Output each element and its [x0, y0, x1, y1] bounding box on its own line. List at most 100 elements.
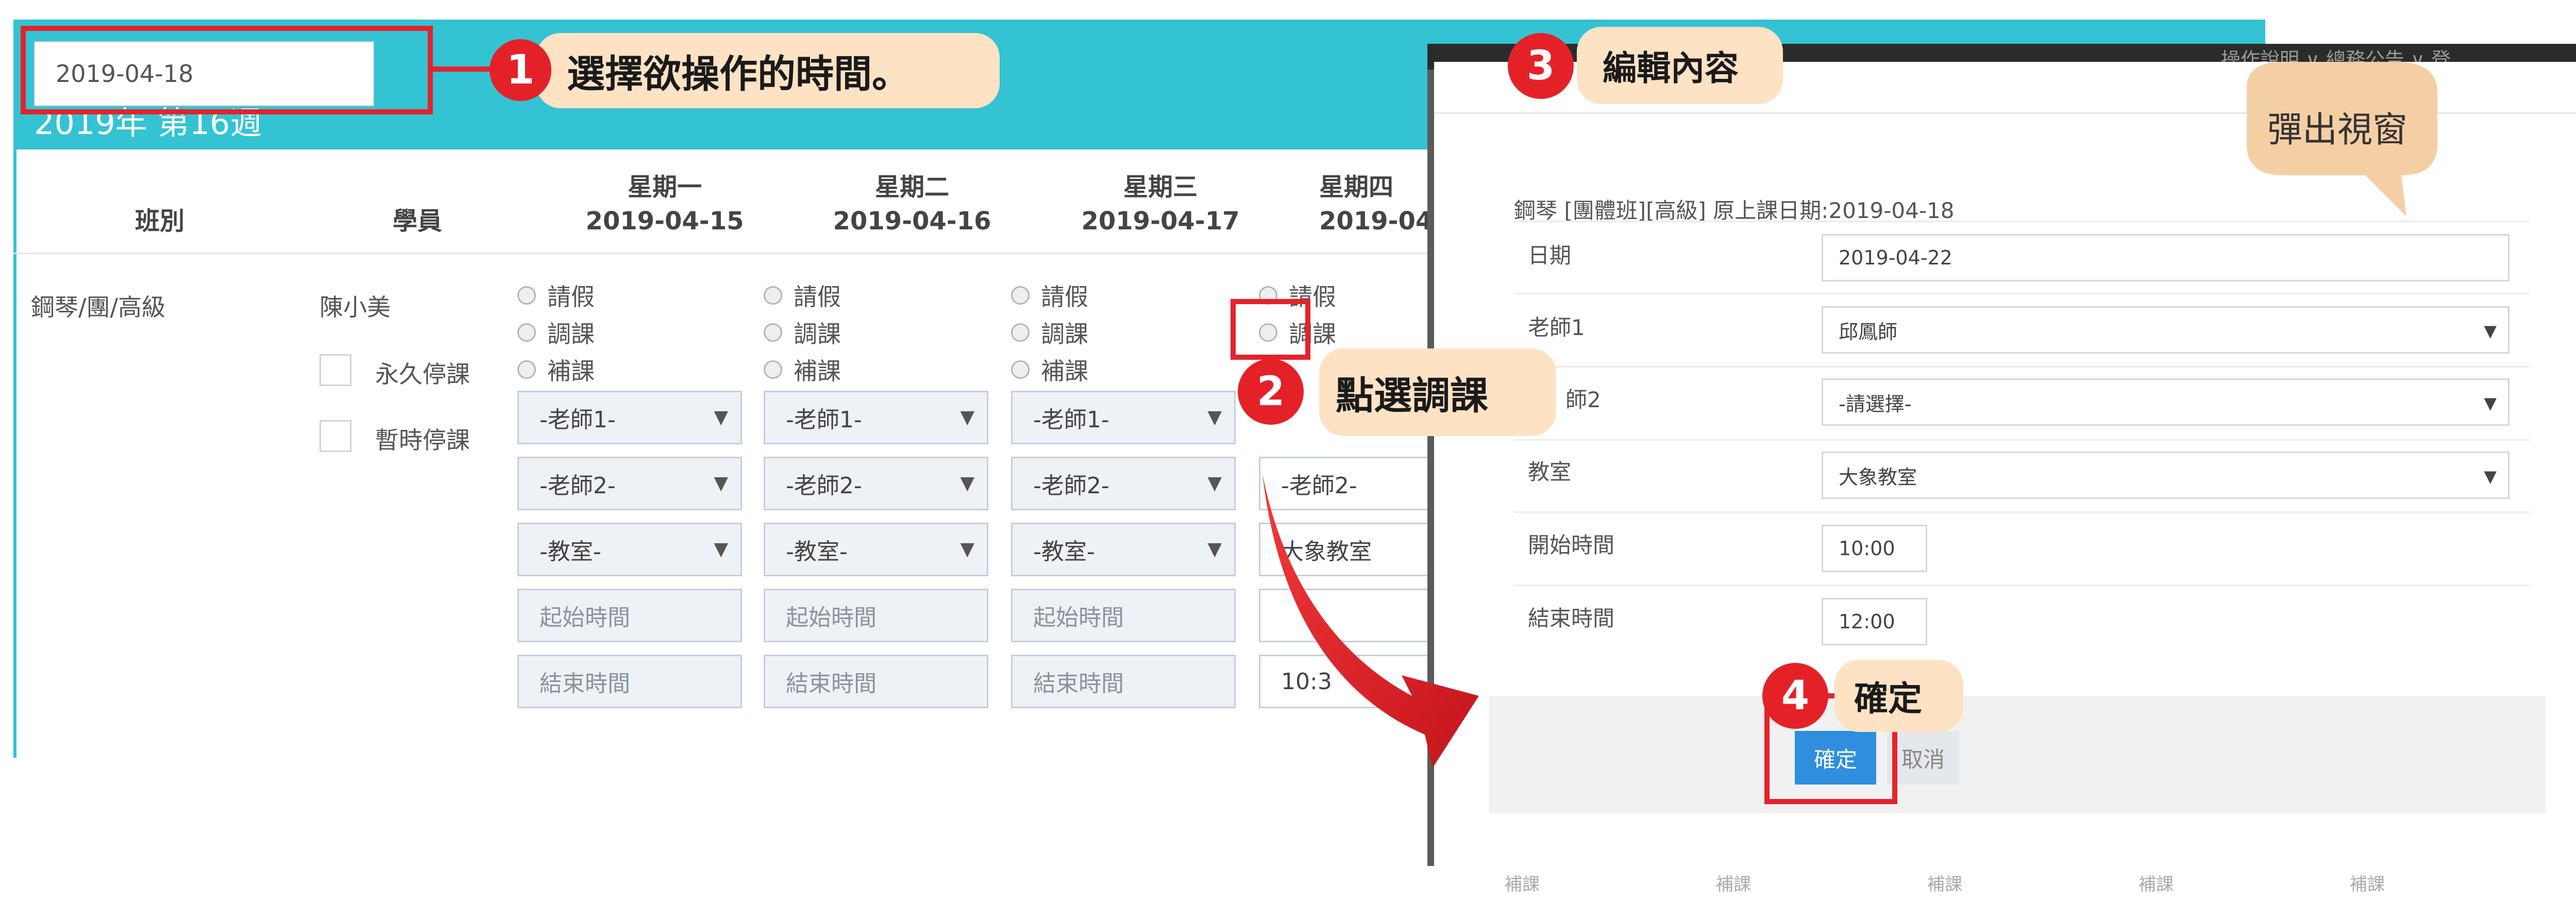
input-placeholder: 起始時間 — [786, 605, 877, 631]
select-value: -老師1- — [786, 407, 862, 433]
modal-bottom-strip — [1427, 866, 2576, 900]
left-accent-bar — [13, 149, 16, 758]
select-value: -老師2- — [1033, 473, 1109, 499]
radio-leave-wed[interactable]: 請假 — [1011, 278, 1088, 312]
date-label: 2019-04-15 — [585, 207, 744, 236]
permanent-stop-label: 永久停課 — [375, 360, 470, 388]
radio-circle[interactable] — [517, 286, 536, 305]
bottom-faint-label: 補課 — [2350, 874, 2385, 895]
step2-callout: 點選調課 — [1319, 348, 1556, 436]
classroom-value: 大象教室 — [1839, 465, 1917, 489]
teacher2-select[interactable]: -請選擇- ▼ — [1822, 378, 2510, 426]
bottom-faint-label: 補課 — [2139, 874, 2174, 895]
teacher2-select-wed[interactable]: -老師2- ▼ — [1011, 457, 1236, 510]
select-value: -教室- — [786, 539, 848, 565]
modal-footer — [1489, 696, 2546, 813]
radio-reschedule-tue[interactable]: 調課 — [764, 315, 841, 349]
radio-circle[interactable] — [1011, 286, 1030, 305]
radio-circle[interactable] — [764, 360, 782, 379]
radio-makeup-wed[interactable]: 補課 — [1011, 353, 1088, 387]
caret-down-icon: ▼ — [2484, 466, 2497, 486]
end-time-input-wed[interactable]: 結束時間 — [1011, 655, 1236, 708]
classroom-label: 教室 — [1528, 459, 1572, 485]
cancel-button[interactable]: 取消 — [1887, 731, 1959, 785]
teacher2-label: 師2 — [1565, 387, 1601, 412]
classroom-select-mon[interactable]: -教室- ▼ — [517, 523, 742, 576]
teacher2-select-tue[interactable]: -老師2- ▼ — [764, 457, 988, 510]
step2-highlight-box — [1231, 299, 1310, 360]
select-value: -教室- — [1033, 539, 1095, 565]
form-row-divider — [1514, 293, 2529, 294]
caret-down-icon: ▼ — [960, 473, 974, 494]
select-value: -老師1- — [1033, 407, 1109, 433]
input-placeholder: 起始時間 — [1033, 605, 1124, 631]
step4-number-badge: 4 — [1762, 663, 1828, 729]
radio-circle[interactable] — [517, 323, 536, 342]
select-value: -老師2- — [786, 473, 862, 499]
step2-number-badge: 2 — [1238, 359, 1304, 425]
end-time-label: 結束時間 — [1528, 606, 1615, 631]
date-value: 2019-04-22 — [1839, 246, 1952, 269]
form-row-divider — [1514, 366, 2529, 368]
start-time-input[interactable]: 10:00 — [1822, 525, 1927, 572]
radio-makeup-tue[interactable]: 補課 — [764, 353, 841, 387]
radio-circle[interactable] — [1011, 323, 1030, 342]
classroom-select-tue[interactable]: -教室- ▼ — [764, 523, 988, 576]
input-placeholder: 結束時間 — [786, 671, 877, 697]
column-class: 班別 — [103, 204, 216, 238]
radio-reschedule-mon[interactable]: 調課 — [517, 315, 595, 349]
permanent-stop-checkbox[interactable] — [319, 354, 351, 386]
radio-leave-tue[interactable]: 請假 — [764, 278, 841, 312]
form-row-divider — [1514, 585, 2529, 586]
start-time-input-tue[interactable]: 起始時間 — [764, 589, 988, 642]
teacher1-select-mon[interactable]: -老師1- ▼ — [517, 391, 742, 444]
select-value: -老師1- — [540, 407, 616, 433]
input-placeholder: 結束時間 — [540, 671, 630, 697]
classroom-select[interactable]: 大象教室 ▼ — [1822, 452, 2510, 499]
weekday-label: 星期一 — [627, 173, 702, 202]
radio-reschedule-wed[interactable]: 調課 — [1011, 315, 1088, 349]
radio-circle[interactable] — [764, 286, 782, 305]
caret-down-icon: ▼ — [714, 539, 728, 560]
start-time-input-mon[interactable]: 起始時間 — [517, 589, 742, 642]
end-time-input-mon[interactable]: 結束時間 — [517, 655, 742, 708]
step2-callout-text: 點選調課 — [1336, 373, 1488, 418]
teacher1-select-wed[interactable]: -老師1- ▼ — [1011, 391, 1236, 444]
radio-leave-label: 請假 — [1041, 283, 1088, 311]
radio-makeup-label: 補課 — [794, 357, 841, 385]
temporary-stop-label: 暫時停課 — [375, 426, 470, 454]
caret-down-icon: ▼ — [2484, 321, 2497, 341]
bottom-faint-label: 補課 — [1505, 874, 1540, 895]
popup-bubble-text: 彈出視窗 — [2267, 110, 2408, 151]
input-placeholder: 起始時間 — [540, 605, 630, 631]
teacher1-select[interactable]: 邱鳳師 ▼ — [1822, 306, 2510, 354]
temporary-stop-checkbox[interactable] — [319, 420, 351, 452]
teacher1-select-tue[interactable]: -老師1- ▼ — [764, 391, 988, 444]
start-time-input-wed[interactable]: 起始時間 — [1011, 589, 1236, 642]
step3-number-badge: 3 — [1508, 33, 1574, 99]
caret-down-icon: ▼ — [1207, 539, 1222, 560]
caret-down-icon: ▼ — [714, 473, 728, 494]
weekday-label: 星期三 — [1123, 173, 1198, 202]
step1-callout: 選擇欲操作的時間。 — [536, 33, 1000, 108]
radio-circle[interactable] — [1011, 360, 1030, 379]
radio-makeup-label: 補課 — [547, 357, 595, 385]
end-time-input-tue[interactable]: 結束時間 — [764, 655, 988, 708]
radio-circle[interactable] — [764, 323, 782, 342]
end-time-value: 12:00 — [1839, 610, 1895, 633]
column-student: 學員 — [361, 204, 474, 238]
column-class-label: 班別 — [134, 207, 184, 236]
teacher2-value: -請選擇- — [1839, 392, 1912, 415]
radio-makeup-mon[interactable]: 補課 — [517, 353, 595, 387]
caret-down-icon: ▼ — [1207, 407, 1222, 428]
radio-circle[interactable] — [517, 360, 536, 379]
radio-leave-mon[interactable]: 請假 — [517, 278, 595, 312]
end-time-input[interactable]: 12:00 — [1822, 598, 1927, 645]
classroom-select-wed[interactable]: -教室- ▼ — [1011, 523, 1236, 576]
date-input[interactable]: 2019-04-22 — [1822, 234, 2510, 281]
teacher2-select-mon[interactable]: -老師2- ▼ — [517, 457, 742, 510]
column-day-tue: 星期二 2019-04-16 — [783, 170, 1041, 238]
caret-down-icon: ▼ — [960, 407, 974, 428]
form-row-divider — [1514, 439, 2529, 441]
bottom-faint-label: 補課 — [1927, 874, 1962, 895]
